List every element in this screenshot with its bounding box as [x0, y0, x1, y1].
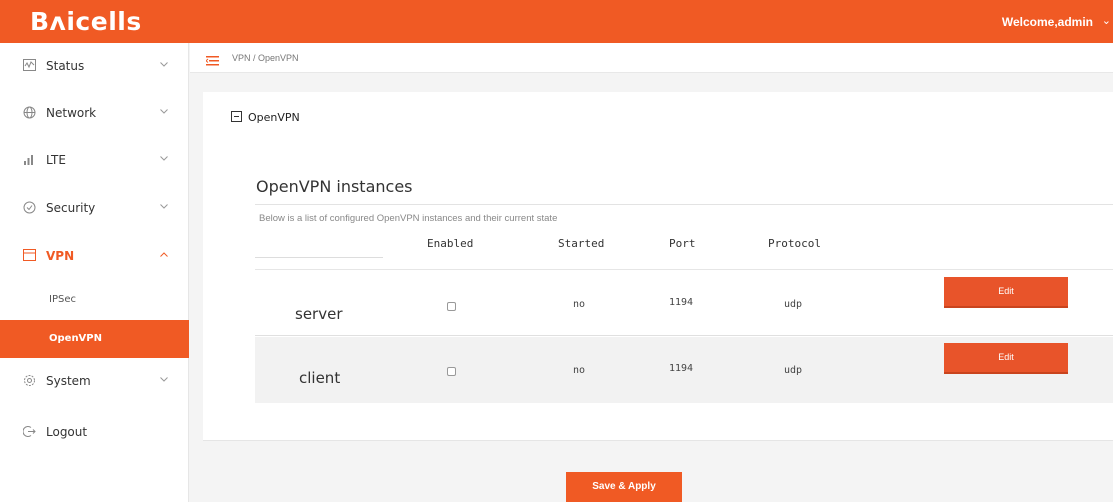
column-header-enabled: Enabled	[427, 237, 474, 250]
globe-icon	[22, 106, 36, 120]
baicells-logo: Bᴧicells	[30, 7, 142, 36]
chevron-down-icon	[160, 62, 168, 70]
sidebar-item-network[interactable]: Network	[0, 90, 189, 136]
sidebar-item-label: Logout	[46, 425, 88, 439]
instance-name: client	[299, 369, 341, 387]
sidebar-item-security[interactable]: Security	[0, 185, 189, 231]
collapse-icon[interactable]	[231, 111, 242, 122]
chevron-down-icon	[160, 377, 168, 385]
divider	[255, 257, 383, 258]
column-header-protocol: Protocol	[768, 237, 821, 250]
protocol-value: udp	[784, 365, 803, 376]
menu-toggle-icon[interactable]	[205, 53, 219, 66]
welcome-user-menu[interactable]: Welcome,admin	[1002, 15, 1093, 29]
breadcrumb-bar: VPN / OpenVPN	[190, 43, 1113, 73]
divider	[255, 204, 1113, 205]
instances-title: OpenVPN instances	[256, 177, 413, 196]
sidebar-item-label: VPN	[46, 249, 75, 263]
sidebar-item-lte[interactable]: LTE	[0, 137, 189, 183]
sidebar-item-system[interactable]: System	[0, 358, 189, 404]
sidebar-subitem-ipsec[interactable]: IPSec	[0, 281, 189, 319]
vpn-icon	[22, 249, 36, 263]
chevron-down-icon	[160, 109, 168, 117]
top-header: Bᴧicells Welcome,admin ⌄	[0, 0, 1113, 43]
sidebar-item-label: LTE	[46, 153, 66, 167]
sidebar-item-label: Security	[46, 201, 96, 215]
openvpn-card: OpenVPN OpenVPN instances Below is a lis…	[203, 92, 1113, 441]
save-apply-button[interactable]: Save & Apply	[566, 472, 682, 502]
chevron-up-icon	[160, 252, 168, 260]
gear-icon	[22, 374, 36, 388]
section-title: OpenVPN	[248, 111, 300, 124]
port-value: 1194	[669, 363, 694, 374]
table-row: client no 1194 udp Edit	[255, 337, 1113, 403]
sidebar-item-logout[interactable]: Logout	[0, 409, 189, 455]
enabled-checkbox[interactable]	[447, 302, 456, 311]
column-header-started: Started	[558, 237, 605, 250]
enabled-checkbox[interactable]	[447, 367, 456, 376]
shield-icon	[22, 201, 36, 215]
status-icon	[22, 59, 36, 73]
port-value: 1194	[669, 297, 694, 308]
column-header-port: Port	[669, 237, 696, 250]
instance-name: server	[295, 305, 343, 323]
divider	[255, 269, 1113, 270]
started-value: no	[573, 299, 586, 310]
sidebar-subitem-label: IPSec	[49, 294, 76, 305]
chevron-down-icon[interactable]: ⌄	[1102, 14, 1111, 27]
protocol-value: udp	[784, 299, 803, 310]
sidebar-item-label: Network	[46, 106, 97, 120]
breadcrumb: VPN / OpenVPN	[232, 53, 299, 63]
sidebar: Status Network LTE Security VPN IPSec Op…	[0, 43, 189, 502]
started-value: no	[573, 365, 586, 376]
sidebar-item-status[interactable]: Status	[0, 43, 189, 89]
logout-icon	[22, 425, 36, 439]
edit-button[interactable]: Edit	[944, 277, 1068, 308]
instances-description: Below is a list of configured OpenVPN in…	[259, 213, 558, 224]
sidebar-item-label: System	[46, 374, 91, 388]
edit-button[interactable]: Edit	[944, 343, 1068, 374]
sidebar-item-vpn[interactable]: VPN	[0, 233, 189, 279]
signal-icon	[22, 153, 36, 167]
table-row: server no 1194 udp Edit	[255, 272, 1113, 336]
sidebar-subitem-label: OpenVPN	[49, 333, 102, 344]
sidebar-subitem-openvpn[interactable]: OpenVPN	[0, 320, 189, 358]
chevron-down-icon	[160, 156, 168, 164]
chevron-down-icon	[160, 204, 168, 212]
sidebar-item-label: Status	[46, 59, 85, 73]
